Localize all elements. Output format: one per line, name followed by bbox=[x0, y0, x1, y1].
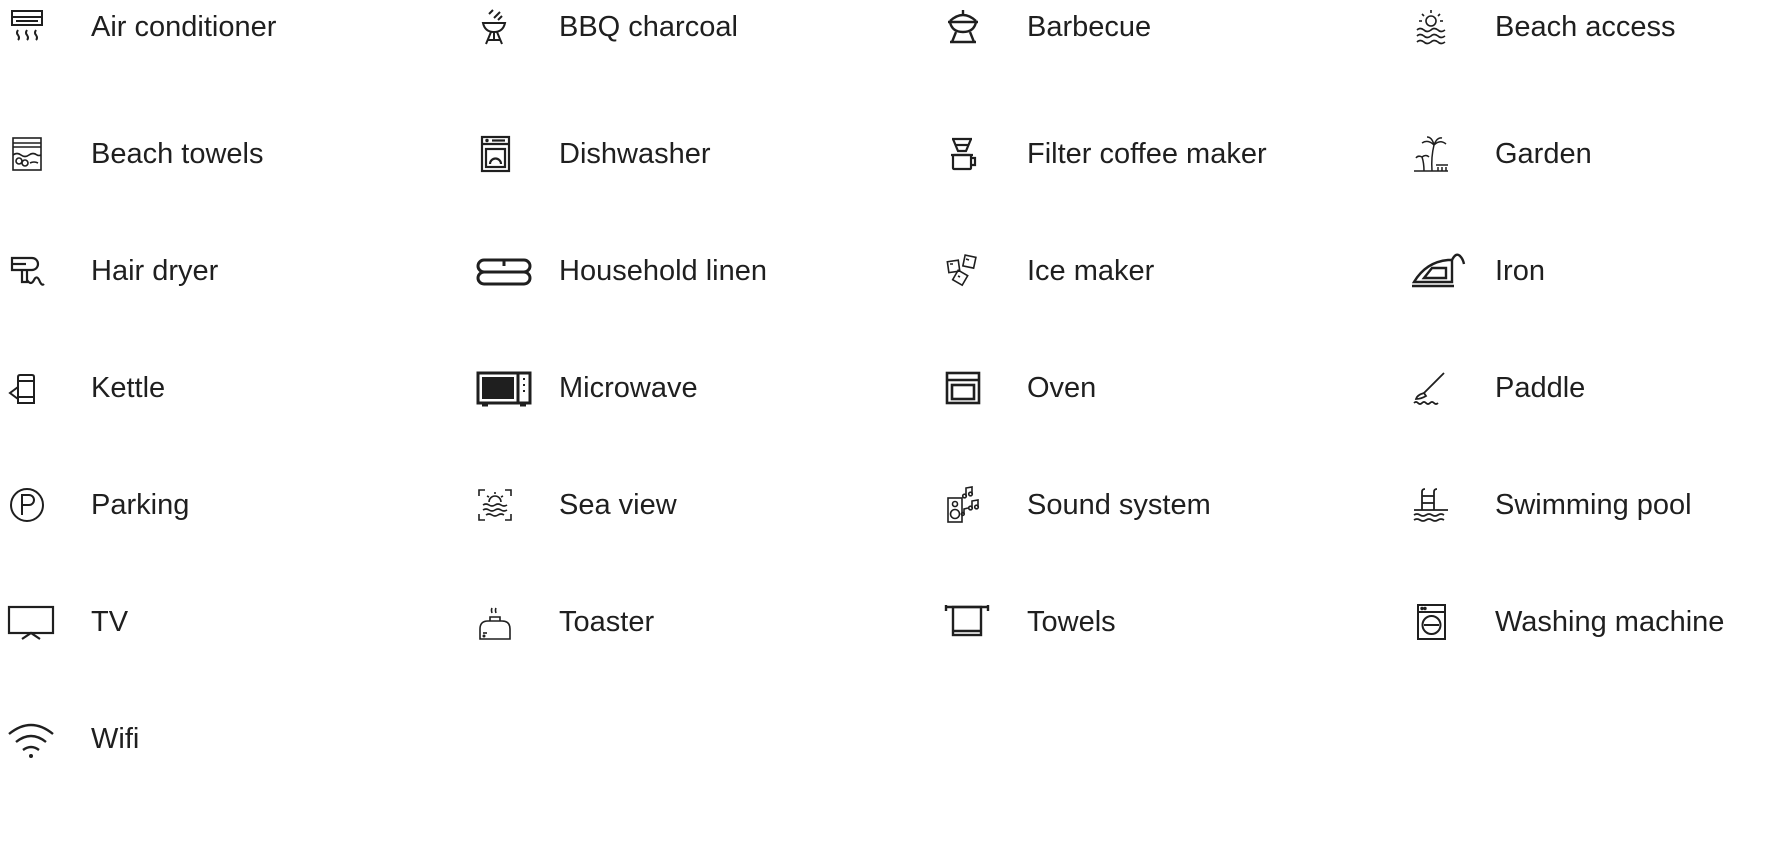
barbecue-icon bbox=[942, 6, 984, 48]
household-linen-icon bbox=[474, 250, 532, 292]
amenity-item-barbecue: Barbecue bbox=[936, 2, 1336, 52]
garden-icon bbox=[1410, 133, 1452, 175]
towels-icon bbox=[942, 601, 990, 643]
amenity-label: Microwave bbox=[559, 372, 698, 404]
amenity-label: Washing machine bbox=[1495, 606, 1725, 638]
toaster-icon bbox=[474, 601, 516, 643]
microwave-icon bbox=[474, 367, 532, 409]
amenity-item-toaster: Toaster bbox=[468, 597, 868, 647]
amenity-label: Beach towels bbox=[91, 138, 264, 170]
bbq-charcoal-icon bbox=[474, 6, 516, 48]
amenity-item-washing-machine: Washing machine bbox=[1404, 597, 1791, 647]
dishwasher-icon bbox=[474, 133, 516, 175]
amenity-item-oven: Oven bbox=[936, 363, 1336, 413]
amenity-label: Filter coffee maker bbox=[1027, 138, 1267, 170]
amenity-label: BBQ charcoal bbox=[559, 11, 738, 43]
amenity-item-household-linen: Household linen bbox=[468, 246, 868, 296]
amenity-item-towels: Towels bbox=[936, 597, 1336, 647]
paddle-icon bbox=[1410, 367, 1452, 409]
amenity-label: TV bbox=[91, 606, 129, 638]
amenity-label: Garden bbox=[1495, 138, 1592, 170]
tv-icon bbox=[6, 601, 55, 643]
amenity-item-paddle: Paddle bbox=[1404, 363, 1791, 413]
amenity-label: Oven bbox=[1027, 372, 1097, 404]
amenity-item-wifi: Wifi bbox=[0, 714, 400, 764]
amenity-label: Barbecue bbox=[1027, 11, 1152, 43]
amenities-grid: Air conditioner BBQ charcoal Barbecue Be… bbox=[0, 0, 1791, 845]
amenity-label: Parking bbox=[91, 489, 190, 521]
sea-view-icon bbox=[474, 484, 516, 526]
amenity-item-beach-access: Beach access bbox=[1404, 2, 1791, 52]
amenity-item-ice-maker: Ice maker bbox=[936, 246, 1336, 296]
amenity-label: Air conditioner bbox=[91, 11, 277, 43]
sound-system-icon bbox=[942, 484, 984, 526]
wifi-icon bbox=[6, 718, 54, 760]
amenity-item-sound-system: Sound system bbox=[936, 480, 1336, 530]
amenity-item-bbq-charcoal: BBQ charcoal bbox=[468, 2, 868, 52]
ice-maker-icon bbox=[942, 250, 984, 292]
amenity-item-iron: Iron bbox=[1404, 246, 1791, 296]
hair-dryer-icon bbox=[6, 250, 48, 292]
amenity-label: Swimming pool bbox=[1495, 489, 1692, 521]
amenity-item-parking: Parking bbox=[0, 480, 400, 530]
amenity-label: Beach access bbox=[1495, 11, 1676, 43]
amenity-label: Kettle bbox=[91, 372, 166, 404]
swimming-pool-icon bbox=[1410, 484, 1452, 526]
beach-towels-icon bbox=[6, 133, 48, 175]
amenity-label: Paddle bbox=[1495, 372, 1586, 404]
filter-coffee-maker-icon bbox=[942, 133, 984, 175]
kettle-icon bbox=[6, 367, 48, 409]
amenity-label: Iron bbox=[1495, 255, 1545, 287]
amenity-label: Towels bbox=[1027, 606, 1116, 638]
amenity-item-swimming-pool: Swimming pool bbox=[1404, 480, 1791, 530]
amenity-item-air-conditioner: Air conditioner bbox=[0, 2, 400, 52]
amenity-item-tv: TV bbox=[0, 597, 400, 647]
amenity-item-filter-coffee-maker: Filter coffee maker bbox=[936, 129, 1336, 179]
amenity-item-sea-view: Sea view bbox=[468, 480, 868, 530]
amenity-label: Sound system bbox=[1027, 489, 1211, 521]
amenity-item-hair-dryer: Hair dryer bbox=[0, 246, 400, 296]
amenity-label: Household linen bbox=[559, 255, 767, 287]
amenity-label: Toaster bbox=[559, 606, 655, 638]
amenity-label: Wifi bbox=[91, 723, 140, 755]
amenity-label: Ice maker bbox=[1027, 255, 1155, 287]
amenity-item-beach-towels: Beach towels bbox=[0, 129, 400, 179]
amenity-item-microwave: Microwave bbox=[468, 363, 868, 413]
amenity-label: Hair dryer bbox=[91, 255, 219, 287]
amenity-label: Sea view bbox=[559, 489, 677, 521]
amenity-item-dishwasher: Dishwasher bbox=[468, 129, 868, 179]
washing-machine-icon bbox=[1410, 601, 1452, 643]
parking-icon bbox=[6, 484, 48, 526]
oven-icon bbox=[942, 367, 984, 409]
amenity-item-kettle: Kettle bbox=[0, 363, 400, 413]
amenity-label: Dishwasher bbox=[559, 138, 711, 170]
iron-icon bbox=[1410, 250, 1466, 292]
amenity-item-garden: Garden bbox=[1404, 129, 1791, 179]
air-conditioner-icon bbox=[6, 6, 48, 48]
beach-access-icon bbox=[1410, 6, 1452, 48]
